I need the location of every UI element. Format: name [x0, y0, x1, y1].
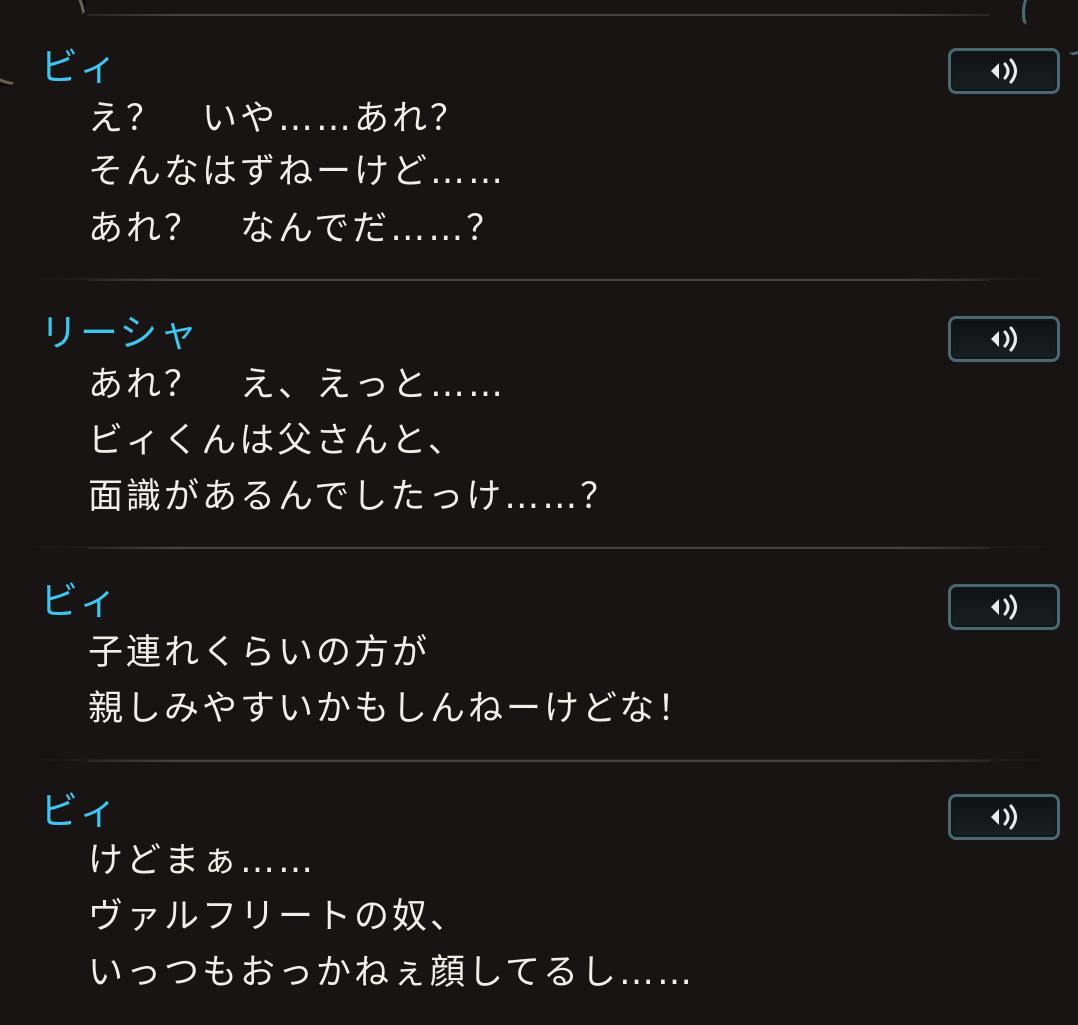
entry-divider: [88, 14, 990, 16]
voice-replay-button[interactable]: [948, 316, 1060, 362]
entry-divider: [88, 547, 990, 549]
dialogue-line: え？ いや……あれ？: [88, 99, 469, 139]
dialogue-line: あれ？ え、えっと……: [88, 365, 507, 405]
voice-replay-button[interactable]: [948, 584, 1060, 630]
speaker-name: リーシャ: [40, 311, 200, 355]
voice-replay-button[interactable]: [948, 48, 1060, 94]
entry-divider: [88, 760, 990, 762]
speaker-sound-icon: [991, 594, 1017, 620]
dialogue-line: 親しみやすいかもしんねーけどな！: [88, 689, 696, 729]
dialogue-line: そんなはずねーけど……: [88, 152, 507, 192]
speaker-name: ビィ: [40, 45, 120, 89]
dialogue-line: いっつもおっかねぇ顔してるし……: [88, 953, 695, 993]
speaker-sound-icon: [991, 326, 1017, 352]
dialogue-line: ヴァルフリートの奴、: [88, 897, 469, 937]
dialogue-line: 子連れくらいの方が: [88, 633, 431, 673]
dialogue-line: けどまぁ……: [88, 841, 317, 881]
speaker-sound-icon: [991, 804, 1017, 830]
dialogue-line: 面識があるんでしたっけ……？: [88, 477, 619, 517]
dialogue-line: ビィくんは父さんと、: [88, 421, 466, 461]
speaker-name: ビィ: [40, 789, 120, 833]
voice-replay-button[interactable]: [948, 794, 1060, 840]
entry-divider: [88, 279, 990, 281]
dialogue-log-panel: ビィ え？ いや……あれ？ そんなはずねーけど…… あれ？ なんでだ……？ リー…: [0, 0, 1078, 1025]
speaker-name: ビィ: [40, 579, 120, 623]
dialogue-line: あれ？ なんでだ……？: [88, 209, 505, 249]
speaker-sound-icon: [991, 58, 1017, 84]
